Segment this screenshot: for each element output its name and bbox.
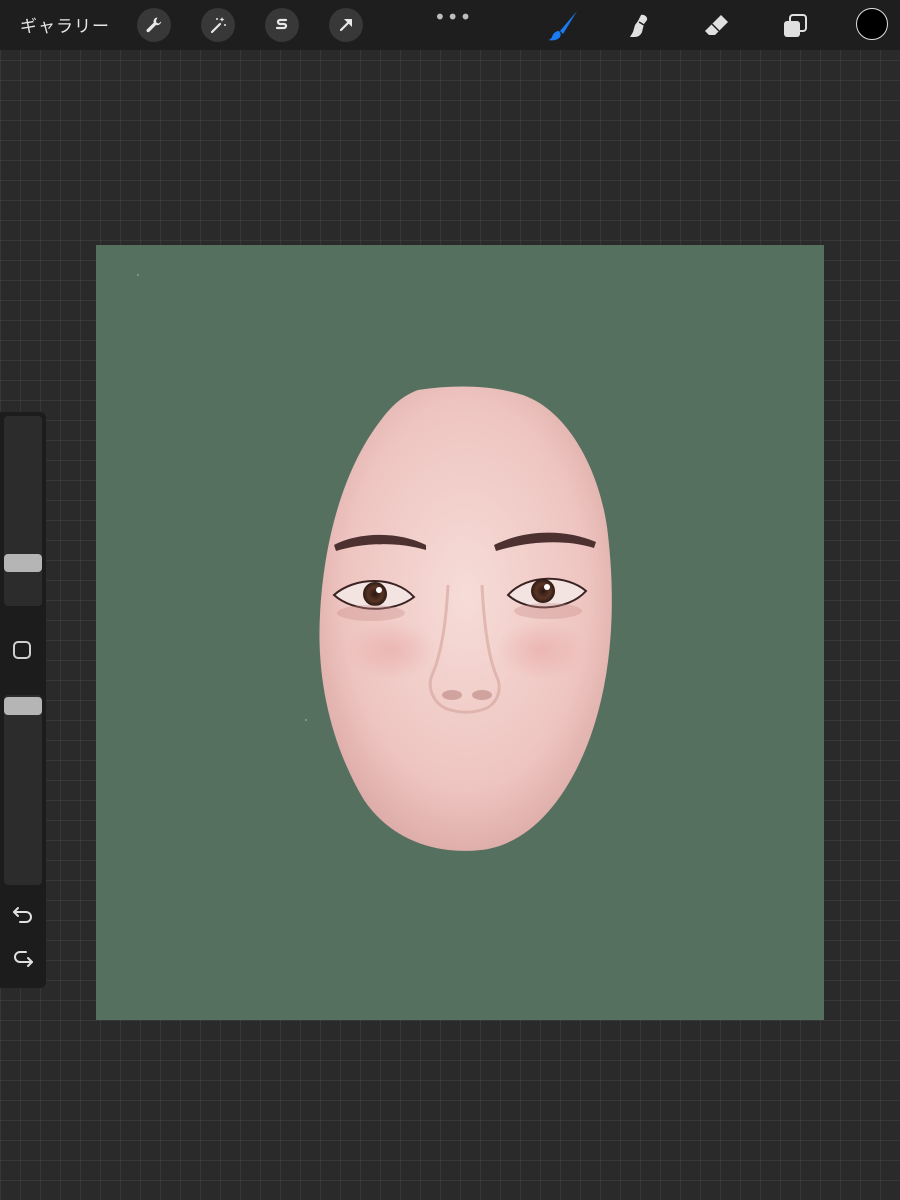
smudge-icon — [630, 14, 648, 37]
brush-size-thumb[interactable] — [4, 554, 42, 572]
redo-icon — [14, 951, 33, 967]
transform-button[interactable] — [329, 8, 363, 42]
selection-s-icon — [275, 18, 288, 30]
layers-icon — [784, 14, 807, 37]
top-toolbar: ギャラリー ••• — [0, 0, 900, 50]
eraser-tool[interactable] — [699, 8, 735, 44]
opacity-thumb[interactable] — [4, 697, 42, 715]
wrench-icon — [146, 17, 162, 33]
layers-button[interactable] — [777, 8, 813, 44]
undo-icon — [13, 907, 32, 923]
smudge-tool[interactable] — [621, 8, 657, 44]
actions-button[interactable] — [137, 8, 171, 42]
eraser-icon — [705, 15, 728, 35]
brush-tool[interactable] — [545, 8, 581, 44]
color-picker-button[interactable] — [856, 8, 888, 40]
artwork-canvas[interactable] — [96, 245, 824, 1020]
redo-button[interactable] — [9, 948, 37, 972]
undo-button[interactable] — [9, 902, 37, 926]
adjustments-button[interactable] — [201, 8, 235, 42]
more-options-button[interactable]: ••• — [434, 5, 472, 29]
modify-square-icon[interactable] — [13, 641, 31, 659]
brush-size-slider[interactable] — [4, 416, 42, 606]
left-sidebar — [0, 412, 46, 988]
gallery-button[interactable]: ギャラリー — [20, 12, 110, 37]
brush-icon — [548, 11, 577, 41]
magic-wand-icon — [210, 17, 226, 34]
arrow-transform-icon — [339, 19, 352, 32]
selection-button[interactable] — [265, 8, 299, 42]
opacity-slider[interactable] — [4, 695, 42, 885]
